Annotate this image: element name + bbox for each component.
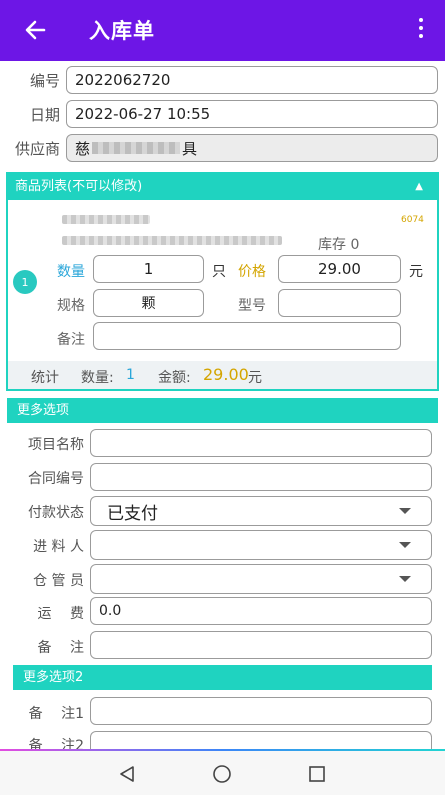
stat-qty-value: 1 <box>126 367 135 383</box>
stat-qty-label: 数量: <box>81 370 114 386</box>
incoming-label: 进 料 人 <box>33 539 84 555</box>
price-value: 29.00 <box>318 260 361 278</box>
system-nav-bar <box>0 751 445 795</box>
remark1-label: 备 注1 <box>28 706 84 722</box>
more-vert-icon[interactable] <box>417 18 425 44</box>
nav-recents-icon[interactable] <box>308 765 326 783</box>
remark1-field[interactable] <box>90 697 432 725</box>
goods-stock: 库存 0 <box>318 237 360 253</box>
date-value: 2022-06-27 10:55 <box>75 105 211 123</box>
date-label: 日期 <box>29 106 60 124</box>
supplier-blurred <box>92 142 181 154</box>
arrow-left-icon[interactable] <box>22 16 50 44</box>
price-field[interactable]: 29.00 <box>278 255 401 283</box>
spec-value: 颗 <box>141 296 156 312</box>
nav-home-icon[interactable] <box>212 764 232 784</box>
freight-field[interactable]: 0.0 <box>90 597 432 625</box>
spec-field[interactable]: 颗 <box>93 289 204 317</box>
page-title: 入库单 <box>89 19 155 43</box>
remark-label: 备 注 <box>37 640 84 656</box>
dropdown-arrow-icon <box>399 576 411 582</box>
nav-back-icon[interactable] <box>118 765 136 783</box>
stat-amount-label: 金额: <box>158 370 191 386</box>
goods-list-header[interactable]: 商品列表(不可以修改) ▲ <box>8 174 437 200</box>
model-label: 型号 <box>238 298 266 314</box>
dropdown-arrow-icon <box>399 542 411 548</box>
goods-list-title: 商品列表(不可以修改) <box>15 179 143 194</box>
supplier-label: 供应商 <box>14 140 60 158</box>
dropdown-arrow-icon <box>399 508 411 514</box>
supplier-prefix: 慈 <box>75 139 91 158</box>
project-field[interactable] <box>90 429 432 457</box>
freight-value: 0.0 <box>99 603 122 619</box>
remark-field[interactable] <box>90 631 432 659</box>
keeper-label: 仓 管 员 <box>33 573 84 589</box>
goods-remark-field[interactable] <box>93 322 401 350</box>
stat-label: 统计 <box>31 370 59 386</box>
contract-field[interactable] <box>90 463 432 491</box>
payment-label: 付款状态 <box>28 505 84 521</box>
goods-desc-blurred <box>62 236 282 245</box>
supplier-field: 慈 具 <box>66 134 438 162</box>
price-label: 价格 <box>238 264 266 280</box>
number-label: 编号 <box>29 72 60 90</box>
goods-code: 6074 <box>401 215 424 225</box>
number-value: 2022062720 <box>75 71 171 89</box>
date-field[interactable]: 2022-06-27 10:55 <box>66 100 438 128</box>
remark2-field[interactable] <box>90 731 432 749</box>
qty-field[interactable]: 1 <box>93 255 204 283</box>
qty-value: 1 <box>143 260 154 278</box>
more-options2-header[interactable]: 更多选项2 <box>13 665 432 690</box>
price-unit: 元 <box>409 264 423 280</box>
spec-label: 规格 <box>57 298 85 314</box>
supplier-suffix: 具 <box>182 139 198 158</box>
contract-label: 合同编号 <box>28 471 84 487</box>
chevron-up-icon[interactable]: ▲ <box>415 174 423 200</box>
project-label: 项目名称 <box>28 437 84 453</box>
qty-unit: 只 <box>212 264 226 280</box>
goods-name-blurred <box>62 215 150 224</box>
incoming-select[interactable] <box>90 530 432 560</box>
payment-value: 已支付 <box>107 503 158 524</box>
goods-stats: 统计 数量: 1 金额: 29.00 元 <box>8 361 437 389</box>
goods-remark-label: 备注 <box>57 332 85 348</box>
app-bar: 入库单 <box>0 0 445 61</box>
more-options-header[interactable]: 更多选项 <box>7 398 438 423</box>
payment-select[interactable]: 已支付 <box>90 496 432 526</box>
stat-amount-unit: 元 <box>248 370 262 386</box>
stat-amount-value: 29.00 <box>203 365 249 384</box>
goods-index-badge: 1 <box>13 270 37 294</box>
freight-label: 运 费 <box>37 606 84 622</box>
model-field[interactable] <box>278 289 401 317</box>
keeper-select[interactable] <box>90 564 432 594</box>
number-field[interactable]: 2022062720 <box>66 66 438 94</box>
qty-label: 数量 <box>57 264 85 280</box>
